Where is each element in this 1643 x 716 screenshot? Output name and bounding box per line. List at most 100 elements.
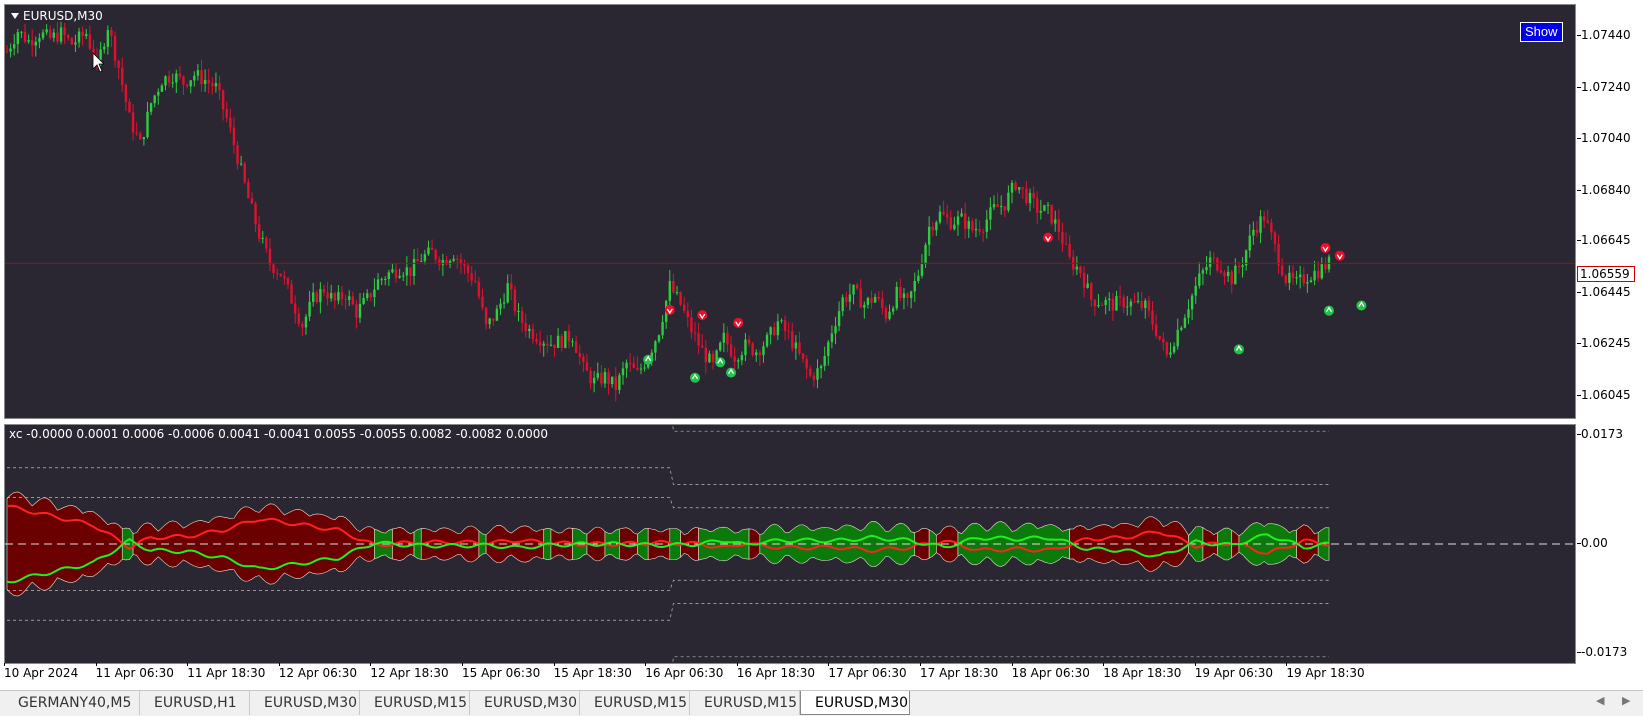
candle-body (149, 103, 153, 112)
candle-body (322, 288, 326, 293)
candle-body (427, 247, 430, 255)
candle-body (765, 334, 769, 347)
band-line (7, 579, 1329, 591)
candle-body (106, 30, 110, 47)
candle-body (1097, 304, 1100, 307)
candle-body (873, 296, 877, 303)
candle-body (823, 355, 826, 366)
candle-body (1288, 272, 1291, 283)
candle-body (1205, 267, 1208, 271)
candle-body (398, 275, 401, 278)
band-line (672, 656, 1329, 663)
chart-tab[interactable]: EURUSD,M15 (580, 691, 690, 715)
candle-body (603, 372, 607, 384)
time-tick-label: 11 Apr 06:30 (95, 663, 174, 680)
price-tick-label: 1.06045 (1577, 388, 1631, 403)
candle-body (103, 46, 106, 50)
chart-tab[interactable]: EURUSD,H1 (140, 691, 250, 715)
candle-body (981, 231, 985, 233)
candle-body (711, 353, 715, 362)
candle-body (834, 326, 837, 334)
indicator-axis[interactable]: 0.0173 0.00 -0.0173 (1576, 424, 1643, 664)
candle-body (985, 219, 988, 232)
candle-body (668, 281, 672, 301)
candle-body (729, 344, 733, 357)
candle-body (1111, 298, 1115, 311)
candle-body (16, 32, 20, 45)
candle-body (733, 356, 736, 362)
chart-tab[interactable]: EURUSD,M15 (360, 691, 470, 715)
candle-body (337, 292, 340, 301)
candle-body (232, 127, 236, 146)
candle-body (1298, 274, 1302, 278)
candle-body (1093, 299, 1097, 307)
candle-body (679, 292, 682, 305)
candle-body (77, 31, 81, 43)
candle-body (1086, 283, 1089, 288)
chart-tab[interactable]: EURUSD,M30 (800, 691, 910, 715)
candle-body (654, 341, 657, 353)
candle-body (528, 328, 531, 332)
candle-body (895, 286, 898, 309)
indicator-pane[interactable]: xc -0.0000 0.0001 0.0006 -0.0006 0.0041 … (4, 424, 1576, 664)
candle-body (769, 327, 772, 335)
candle-body (855, 284, 859, 289)
candle-body (1050, 204, 1053, 224)
chart-title[interactable]: EURUSD,M30 (11, 9, 103, 23)
candle-body (416, 258, 419, 262)
candle-body (776, 321, 780, 336)
candle-body (135, 132, 138, 134)
candle-body (1079, 266, 1082, 273)
candle-body (701, 345, 704, 348)
candle-body (1169, 352, 1172, 355)
candle-body (456, 258, 459, 260)
candle-body (758, 352, 762, 356)
candle-body (70, 37, 74, 45)
chart-tab[interactable]: EURUSD,M30 (250, 691, 360, 715)
candle-body (1180, 327, 1183, 330)
candle-body (1284, 275, 1287, 283)
candle-body (470, 273, 473, 281)
candle-body (1280, 265, 1284, 276)
candle-body (1100, 304, 1104, 306)
candle-body (279, 273, 282, 277)
candle-body (275, 272, 279, 274)
candle-body (254, 203, 257, 225)
time-axis[interactable]: 10 Apr 2024 11 Apr 06:30 11 Apr 18:30 12 Ap… (4, 663, 1576, 686)
candle-body (1018, 187, 1021, 190)
candle-body (452, 258, 455, 261)
candle-body (293, 303, 297, 314)
candle-body (225, 109, 228, 118)
candle-body (1190, 295, 1194, 310)
price-chart-pane[interactable]: EURUSD,M30 Show (4, 4, 1576, 419)
candle-body (128, 101, 131, 113)
candle-body (992, 204, 996, 208)
candle-body (1277, 243, 1280, 266)
candle-body (1234, 265, 1237, 285)
candle-body (726, 332, 729, 345)
candle-body (564, 331, 567, 349)
tab-scroll-right-icon[interactable]: ▶ (1622, 694, 1630, 707)
candle-body (466, 265, 470, 274)
candle-body (719, 342, 722, 351)
candle-body (546, 343, 549, 346)
show-button[interactable]: Show (1520, 22, 1563, 42)
candle-body (672, 281, 675, 293)
candle-body (99, 49, 102, 60)
candle-body (13, 44, 16, 49)
candle-body (41, 32, 45, 39)
candle-body (412, 258, 416, 277)
candle-body (348, 296, 351, 300)
candle-body (463, 263, 466, 266)
chart-tab[interactable]: EURUSD,M15 (690, 691, 800, 715)
chart-tab[interactable]: EURUSD,M30 (470, 691, 580, 715)
dropdown-triangle-icon[interactable] (11, 13, 19, 19)
candle-body (171, 82, 174, 84)
chart-tab[interactable]: GERMANY40,M5 (4, 691, 140, 715)
tab-scroll-left-icon[interactable]: ◀ (1596, 694, 1604, 707)
candle-body (185, 84, 189, 87)
price-axis[interactable]: 1.07440 1.07240 1.07040 1.06840 1.06645 1.064… (1577, 4, 1643, 419)
candle-body (113, 35, 117, 61)
candle-body (52, 32, 56, 38)
candle-body (506, 283, 509, 303)
